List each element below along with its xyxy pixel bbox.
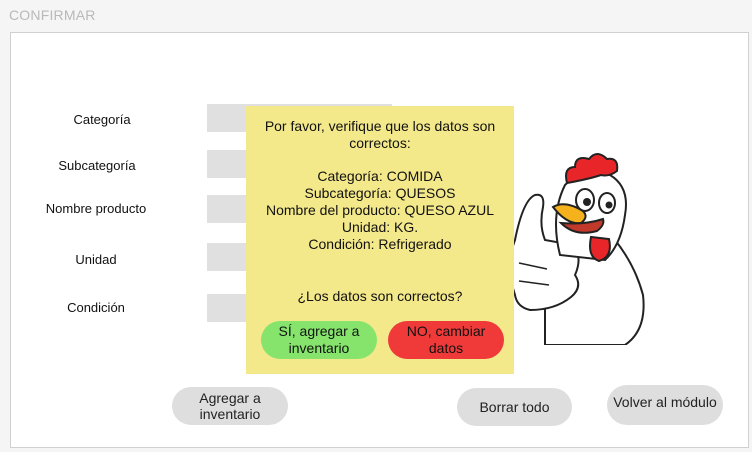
dialog-detail-subcategoria: Subcategoría: QUESOS — [304, 185, 456, 201]
confirm-yes-button[interactable]: SÍ, agregar a inventario — [261, 321, 377, 359]
chicken-thumbs-up-icon — [509, 153, 645, 345]
field-label-nombre-producto: Nombre producto — [45, 201, 147, 216]
dialog-message: Por favor, verifique que los datos son c… — [264, 118, 496, 151]
field-label-categoria: Categoría — [73, 112, 131, 127]
dialog-detail-condicion: Condición: Refrigerado — [308, 236, 452, 252]
dialog-question: ¿Los datos son correctos? — [297, 288, 463, 304]
field-label-unidad: Unidad — [75, 252, 117, 267]
window-title: CONFIRMAR — [9, 7, 96, 23]
dialog-detail-nombre: Nombre del producto: QUESO AZUL — [266, 202, 494, 218]
confirm-no-button[interactable]: NO, cambiar datos — [388, 321, 504, 359]
field-label-condicion: Condición — [67, 300, 125, 315]
dialog-detail-categoria: Categoría: COMIDA — [317, 168, 443, 184]
field-label-subcategoria: Subcategoría — [58, 158, 136, 173]
confirmation-dialog: Por favor, verifique que los datos son c… — [246, 106, 514, 374]
back-to-module-button[interactable]: Volver al módulo — [607, 385, 723, 425]
clear-all-button[interactable]: Borrar todo — [457, 388, 572, 426]
dialog-detail-unidad: Unidad: KG. — [341, 219, 419, 235]
add-to-inventory-button[interactable]: Agregar a inventario — [172, 387, 288, 425]
